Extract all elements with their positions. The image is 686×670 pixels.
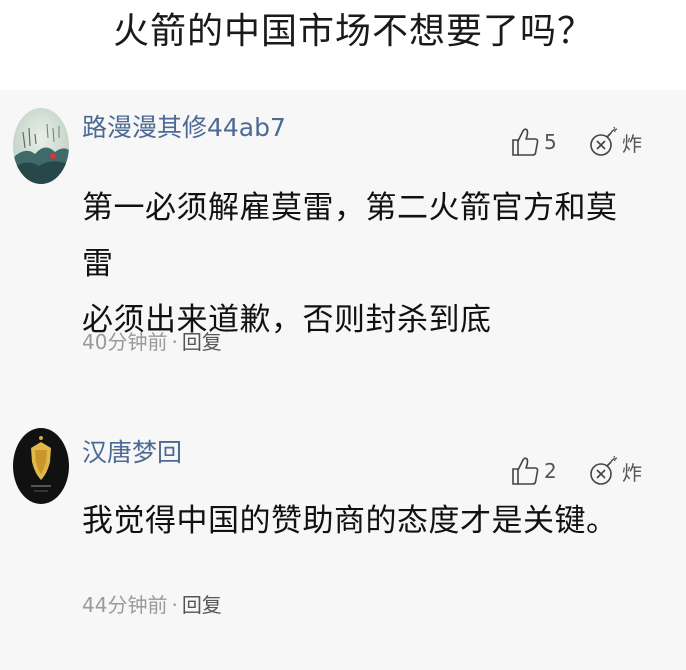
reply-button[interactable]: 回复 xyxy=(182,330,222,354)
like-button[interactable]: 5 xyxy=(510,126,564,158)
avatar-emblem-image xyxy=(13,428,69,504)
meta-separator: · xyxy=(171,330,178,354)
comment-text-line: 我觉得中国的赞助商的态度才是关键。 xyxy=(82,503,618,539)
post-header: 火箭的中国市场不想要了吗？ xyxy=(0,0,686,90)
comment-time: 40分钟前 xyxy=(82,330,168,354)
bomb-button[interactable]: 炸 xyxy=(588,455,642,487)
comment-meta: 40分钟前 · 回复 xyxy=(82,330,222,354)
comment-item: 汉唐梦回 2 炸 我觉得中国的赞助商的态度才是关键。 44分钟前 · 回复 xyxy=(0,395,686,670)
username[interactable]: 路漫漫其修44ab7 xyxy=(82,112,286,144)
username[interactable]: 汉唐梦回 xyxy=(82,437,182,469)
comment-time: 44分钟前 xyxy=(82,593,168,617)
comment-item: 路漫漫其修44ab7 5 炸 第一必须解雇莫雷，第二火箭官方和莫雷 必须出来道歉… xyxy=(0,90,686,395)
bomb-label: 炸 xyxy=(622,460,642,485)
like-count: 2 xyxy=(544,459,557,483)
bomb-icon xyxy=(590,455,618,485)
comment-meta: 44分钟前 · 回复 xyxy=(82,593,222,617)
comment-text-line: 第一必须解雇莫雷，第二火箭官方和莫雷 xyxy=(82,190,618,282)
comment-page: 火箭的中国市场不想要了吗？ 路漫漫其修44ab7 5 炸 第一必须解雇莫雷，第二… xyxy=(0,0,686,670)
bomb-button[interactable]: 炸 xyxy=(588,126,642,158)
thumbs-up-icon xyxy=(512,128,539,156)
thumbs-up-icon xyxy=(512,457,539,485)
meta-separator: · xyxy=(171,593,178,617)
avatar-landscape-image xyxy=(13,108,69,184)
like-count: 5 xyxy=(544,130,557,154)
comment-actions: 2 炸 xyxy=(510,451,642,491)
comment-text: 我觉得中国的赞助商的态度才是关键。 xyxy=(82,493,642,549)
reply-button[interactable]: 回复 xyxy=(182,593,222,617)
post-title: 火箭的中国市场不想要了吗？ xyxy=(113,11,595,52)
avatar[interactable] xyxy=(13,428,69,504)
bomb-icon xyxy=(590,126,618,156)
bomb-label: 炸 xyxy=(622,131,642,156)
avatar[interactable] xyxy=(13,108,69,184)
comment-text: 第一必须解雇莫雷，第二火箭官方和莫雷 必须出来道歉，否则封杀到底 xyxy=(82,180,642,348)
comment-actions: 5 炸 xyxy=(510,122,642,162)
like-button[interactable]: 2 xyxy=(510,455,564,487)
